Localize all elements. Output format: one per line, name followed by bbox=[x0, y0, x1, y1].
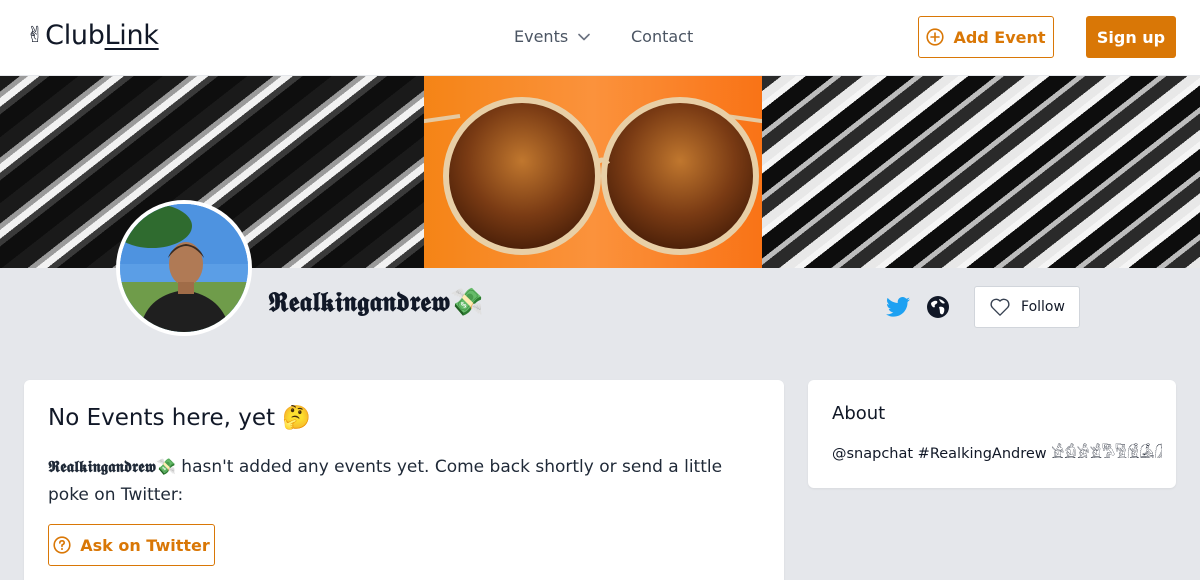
sign-up-button[interactable]: Sign up bbox=[1086, 16, 1176, 58]
add-event-label: Add Event bbox=[953, 27, 1046, 47]
chevron-down-icon bbox=[578, 33, 590, 40]
profile-avatar bbox=[116, 200, 252, 336]
victory-hand-icon: ✌ bbox=[26, 23, 45, 48]
nav-events-label: Events bbox=[514, 27, 569, 46]
follow-button[interactable]: Follow bbox=[974, 286, 1080, 328]
ask-on-twitter-button[interactable]: Ask on Twitter bbox=[48, 524, 215, 566]
no-events-card: No Events here, yet 🤔 𝕽𝖊𝖆𝖑𝖐𝖎𝖓𝖌𝖆𝖓𝖉𝖗𝖊𝖜💸 ha… bbox=[24, 380, 784, 580]
logo-text-club: Club bbox=[45, 20, 105, 51]
plus-circle-icon bbox=[926, 28, 945, 46]
banner-stripes-right bbox=[762, 76, 1200, 268]
question-circle-icon bbox=[53, 536, 71, 554]
sign-up-label: Sign up bbox=[1096, 27, 1166, 47]
banner-sunglasses-panel bbox=[424, 76, 762, 268]
sunglasses-graphic bbox=[424, 97, 762, 255]
follow-label: Follow bbox=[1021, 299, 1065, 315]
ask-on-twitter-label: Ask on Twitter bbox=[80, 535, 210, 555]
no-events-message: 𝕽𝖊𝖆𝖑𝖐𝖎𝖓𝖌𝖆𝖓𝖉𝖗𝖊𝖜💸 hasn't added any events … bbox=[48, 453, 768, 509]
avatar-photo bbox=[120, 204, 248, 332]
nav-contact-link[interactable]: Contact bbox=[631, 27, 693, 46]
profile-name: 𝕽𝖊𝖆𝖑𝖐𝖎𝖓𝖌𝖆𝖓𝖉𝖗𝖊𝖜💸 bbox=[268, 287, 484, 318]
no-events-profile-name: 𝕽𝖊𝖆𝖑𝖐𝖎𝖓𝖌𝖆𝖓𝖉𝖗𝖊𝖜💸 bbox=[48, 457, 176, 476]
heart-outline-icon bbox=[990, 298, 1010, 316]
nav-events-menu[interactable]: Events bbox=[514, 27, 590, 46]
about-text: @snapchat #RealkingAndrew 𓀀𓀁𓀂𓀃𓀄𓀅𓀆𓀇𓀈𓀉𓀊𓀋𓀌𓀍… bbox=[832, 446, 1162, 462]
about-card: About @snapchat #RealkingAndrew 𓀀𓀁𓀂𓀃𓀄𓀅𓀆𓀇… bbox=[808, 380, 1176, 488]
add-event-button[interactable]: Add Event bbox=[918, 16, 1054, 58]
clublink-logo[interactable]: ✌ Club Link bbox=[26, 20, 159, 51]
logo-text-link: Link bbox=[104, 20, 159, 51]
about-title: About bbox=[832, 403, 886, 424]
twitter-icon[interactable] bbox=[886, 296, 910, 318]
globe-icon[interactable] bbox=[926, 295, 950, 319]
top-navbar: ✌ Club Link Events Contact Add Event Sig… bbox=[0, 0, 1200, 76]
no-events-title: No Events here, yet 🤔 bbox=[48, 405, 311, 431]
